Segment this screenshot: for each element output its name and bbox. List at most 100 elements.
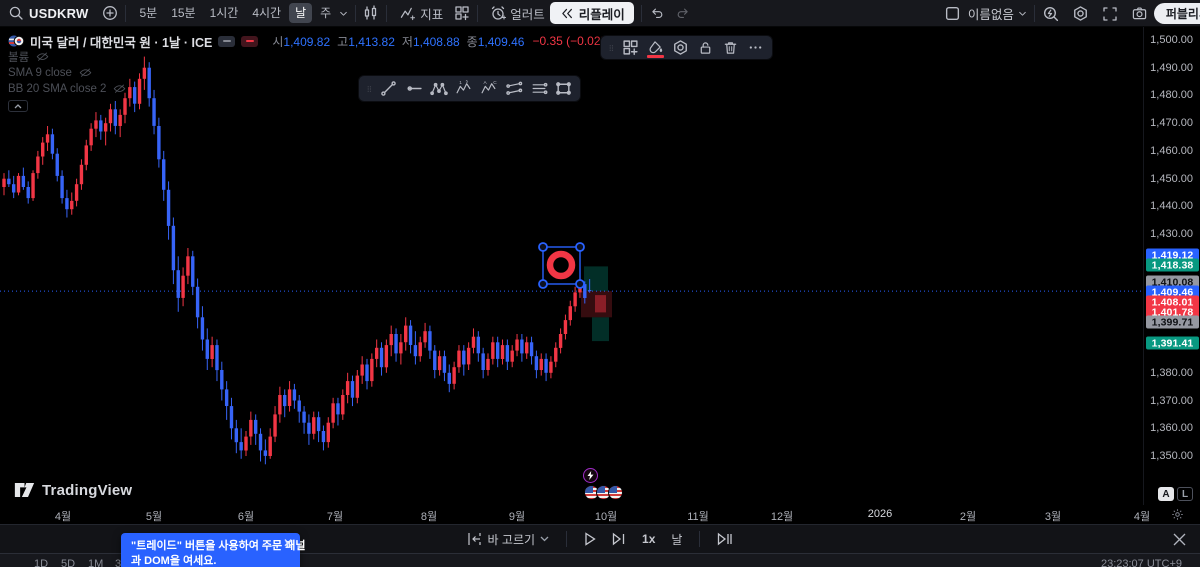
drawing-context-toolbar[interactable]: [600, 35, 773, 60]
time-tick: 4월: [1133, 511, 1151, 523]
interval-button-1시간[interactable]: 1시간: [204, 3, 245, 23]
eye-off-icon[interactable]: [35, 51, 50, 64]
separator: [477, 4, 479, 22]
separator: [125, 4, 127, 22]
auto-scale-button[interactable]: A: [1158, 487, 1174, 501]
time-tick: 2월: [959, 511, 977, 523]
elliott-wave-tool-icon[interactable]: 15: [451, 77, 476, 100]
log-scale-button[interactable]: L: [1177, 487, 1193, 501]
interval-button-5분[interactable]: 5분: [133, 3, 163, 23]
replay-button-active[interactable]: 리플레이: [549, 2, 634, 24]
interval-button-15분[interactable]: 15분: [165, 3, 201, 23]
redo-icon[interactable]: [675, 6, 691, 20]
replay-step-forward-button[interactable]: [605, 528, 633, 550]
time-tick: 9월: [508, 511, 526, 523]
drag-handle-icon[interactable]: [608, 41, 615, 55]
settings-gear-icon[interactable]: [1072, 5, 1089, 22]
undo-icon[interactable]: [649, 6, 665, 20]
drag-handle-icon[interactable]: [366, 82, 373, 96]
publish-button[interactable]: 퍼블리시: [1153, 3, 1200, 24]
range-button-1M[interactable]: 1M: [88, 558, 103, 567]
interval-button-4시간[interactable]: 4시간: [246, 3, 287, 23]
fullscreen-icon[interactable]: [1102, 6, 1118, 22]
toast-close-icon[interactable]: ✕: [283, 537, 293, 549]
market-status-badge[interactable]: [218, 35, 236, 47]
top-toolbar: USDKRW 5분 15분 1시간 4시간 날 주 지표 얼러트 리플레이 이름없음: [0, 0, 1200, 27]
price-scale[interactable]: 1,500.00 1,490.00 1,480.00 1,470.00 1,460.00…: [1143, 27, 1200, 505]
watermark-text: TradingView: [42, 481, 133, 499]
price-tick: 1,360.00: [1150, 422, 1193, 435]
symbol-search-button[interactable]: USDKRW: [29, 6, 88, 21]
replay-rewind-icon: [559, 7, 574, 20]
delayed-data-badge[interactable]: [241, 35, 259, 47]
eye-off-icon[interactable]: [112, 83, 127, 96]
template-grid-tool-icon[interactable]: [618, 36, 643, 59]
layout-icon[interactable]: [944, 5, 961, 22]
favorite-drawings-toolbar[interactable]: 15AC: [358, 75, 581, 102]
trash-tool-icon[interactable]: [718, 36, 743, 59]
layout-name[interactable]: 이름없음: [968, 4, 1014, 23]
tradingview-watermark[interactable]: TradingView: [14, 481, 132, 499]
replay-interval-button[interactable]: 날: [664, 528, 689, 550]
separator: [355, 4, 357, 22]
indicator-row[interactable]: 볼륨: [8, 49, 615, 65]
abc-pattern-tool-icon[interactable]: AC: [476, 77, 501, 100]
us-flag-event-icon[interactable]: [608, 485, 623, 500]
more-tool-icon[interactable]: [743, 36, 768, 59]
time-axis[interactable]: 4월 5월 6월 7월 8월 9월 10월 11월 12월 2026 2월 3월 4월: [0, 505, 1200, 524]
interval-button-날[interactable]: 날: [289, 3, 313, 23]
search-icon[interactable]: [8, 5, 24, 21]
chart-type-candles-icon[interactable]: [363, 5, 379, 21]
replay-play-button[interactable]: [577, 528, 603, 550]
horizontal-ray-tool-icon[interactable]: [401, 77, 426, 100]
disjoint-channel-tool-icon[interactable]: [501, 77, 526, 100]
lock-tool-icon[interactable]: [693, 36, 718, 59]
indicator-label: BB 20 SMA close 2: [8, 83, 107, 95]
time-tick: 11월: [687, 511, 709, 523]
select-bar-button[interactable]: 바 고르기: [460, 528, 557, 550]
svg-text:5: 5: [465, 80, 468, 84]
replay-label: 리플레이: [578, 7, 625, 22]
separator: [386, 4, 388, 22]
camera-snapshot-icon[interactable]: [1131, 6, 1148, 21]
alert-button[interactable]: 얼러트: [485, 2, 550, 24]
clock-label[interactable]: 23:23:07 UTC+9: [1101, 558, 1182, 567]
interval-button-주[interactable]: 주: [314, 3, 337, 23]
alarm-clock-icon: [490, 5, 507, 21]
symbol-title[interactable]: 미국 달러 / 대한민국 원 · 1날 · ICE: [30, 32, 212, 51]
replay-jump-to-end-button[interactable]: [710, 528, 740, 550]
paint-bucket-tool-icon[interactable]: [643, 36, 668, 59]
replay-speed-button[interactable]: 1x: [635, 528, 662, 550]
legend-collapse-button[interactable]: [8, 100, 28, 112]
chevron-down-icon[interactable]: [1018, 9, 1027, 18]
time-tick: 2026: [867, 508, 893, 520]
settings-tool-icon[interactable]: [668, 36, 693, 59]
scale-settings-gear-icon[interactable]: [1171, 508, 1184, 521]
time-tick: 4월: [54, 511, 72, 523]
trend-line-tool-icon[interactable]: [376, 77, 401, 100]
chevron-down-icon[interactable]: [339, 9, 348, 18]
indicator-templates-icon[interactable]: [454, 5, 470, 21]
rectangle-tool-icon[interactable]: [551, 77, 576, 100]
quick-search-icon[interactable]: [1042, 5, 1059, 22]
event-lightning-icon[interactable]: [583, 468, 598, 483]
range-button-5D[interactable]: 5D: [61, 558, 75, 567]
eye-off-icon[interactable]: [78, 67, 93, 80]
indicators-label: 지표: [420, 7, 444, 22]
parallel-channel-tool-icon[interactable]: [526, 77, 551, 100]
trade-panel-toast: "트레이드" 버튼을 사용하여 주문 패널 과 DOM을 여세요. ✕: [121, 533, 305, 567]
indicators-button[interactable]: 지표: [394, 2, 448, 24]
compare-add-icon[interactable]: [102, 5, 118, 21]
ohlc-item: 저1,408.88: [401, 34, 460, 49]
replay-close-icon[interactable]: [1170, 530, 1188, 548]
chevron-down-icon: [540, 536, 549, 542]
indicators-icon: [399, 6, 416, 21]
time-tick: 3월: [1044, 511, 1062, 523]
ohlc-item: 고1,413.82: [337, 34, 395, 49]
symbol-flag-icon: [8, 34, 24, 48]
range-button-1D[interactable]: 1D: [34, 558, 48, 567]
time-tick: 5월: [145, 511, 163, 523]
price-tick: 1,450.00: [1150, 172, 1193, 185]
price-label-badge: 1,418.38: [1146, 258, 1199, 272]
xabcd-pattern-tool-icon[interactable]: [426, 77, 451, 100]
